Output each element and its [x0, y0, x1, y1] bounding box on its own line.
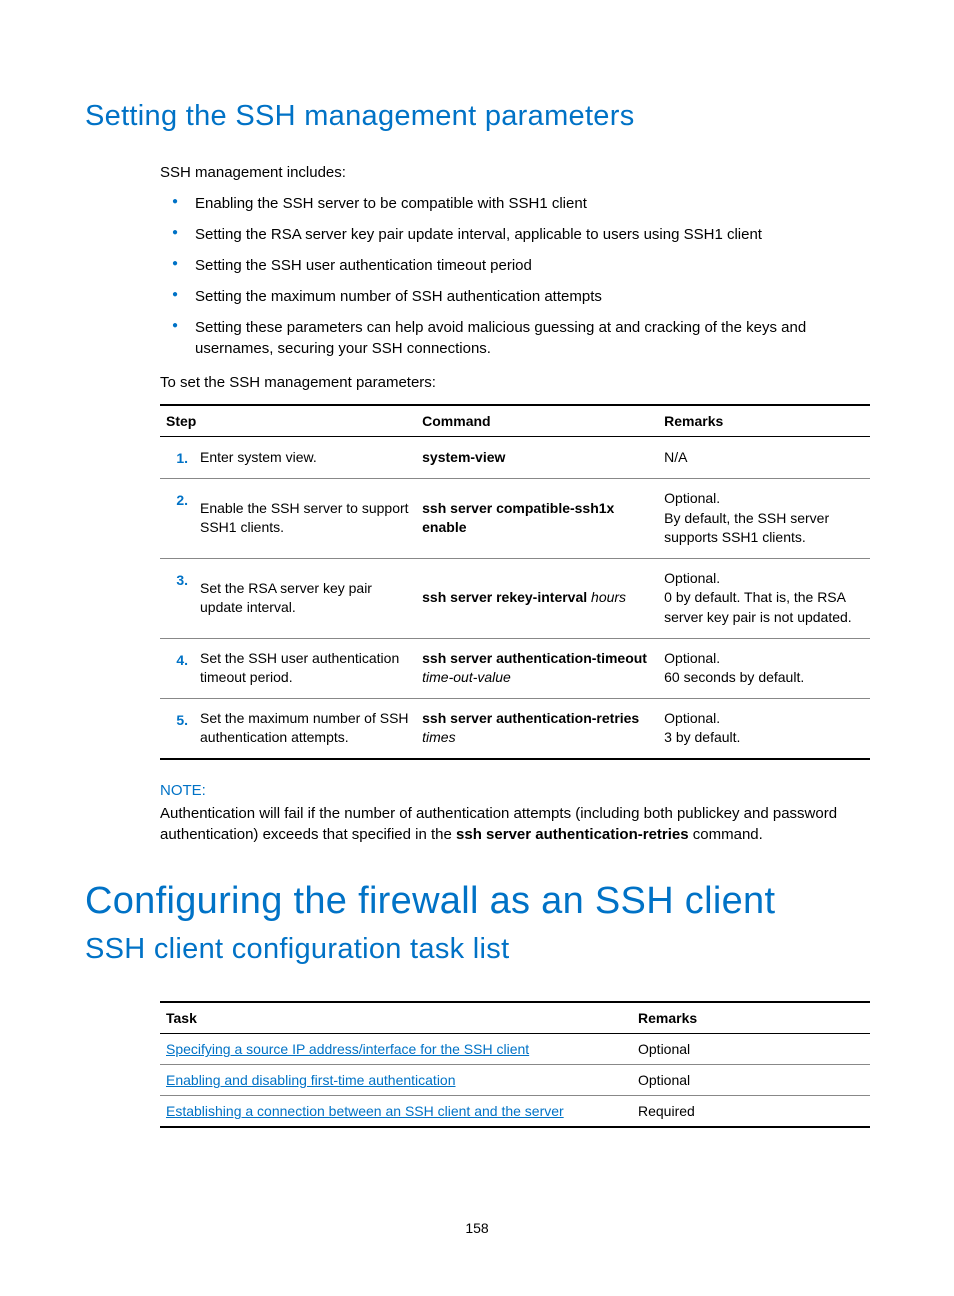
task-remarks: Optional	[632, 1065, 870, 1096]
note-label: NOTE:	[160, 782, 870, 799]
col-command-header: Command	[416, 405, 658, 437]
task-link[interactable]: Establishing a connection between an SSH…	[166, 1103, 564, 1119]
config-table: Step Command Remarks 1. Enter system vie…	[160, 404, 870, 761]
step-number: 1.	[160, 436, 194, 479]
col-remarks-header: Remarks	[632, 1002, 870, 1034]
remarks-cell: Optional.3 by default.	[658, 698, 870, 759]
task-link[interactable]: Enabling and disabling first-time authen…	[166, 1072, 456, 1088]
intro-text: SSH management includes:	[160, 163, 869, 183]
col-step-header: Step	[160, 405, 416, 437]
step-desc: Set the maximum number of SSH authentica…	[194, 698, 416, 759]
command-cell: ssh server authentication-timeout time-o…	[416, 638, 658, 698]
bullet-item: Enabling the SSH server to be compatible…	[195, 193, 869, 214]
step-desc: Enable the SSH server to support SSH1 cl…	[194, 479, 416, 559]
section-heading: Setting the SSH management parameters	[85, 100, 869, 133]
remarks-cell: Optional.By default, the SSH server supp…	[658, 479, 870, 559]
bullet-item: Setting the SSH user authentication time…	[195, 255, 869, 276]
pre-table-text: To set the SSH management parameters:	[160, 373, 869, 393]
bullet-item: Setting the RSA server key pair update i…	[195, 224, 869, 245]
note-block: NOTE: Authentication will fail if the nu…	[160, 782, 870, 845]
chapter-heading: Configuring the firewall as an SSH clien…	[85, 880, 869, 923]
remarks-cell: N/A	[658, 436, 870, 479]
task-remarks: Required	[632, 1096, 870, 1128]
command-cell: ssh server rekey-interval hours	[416, 558, 658, 638]
tasks-table: Task Remarks Specifying a source IP addr…	[160, 1001, 870, 1128]
bullet-item: Setting these parameters can help avoid …	[195, 317, 869, 359]
command-cell: ssh server authentication-retries times	[416, 698, 658, 759]
task-link[interactable]: Specifying a source IP address/interface…	[166, 1041, 529, 1057]
remarks-cell: Optional.0 by default. That is, the RSA …	[658, 558, 870, 638]
remarks-cell: Optional.60 seconds by default.	[658, 638, 870, 698]
task-remarks: Optional	[632, 1034, 870, 1065]
step-number: 3.	[160, 558, 194, 638]
bullet-item: Setting the maximum number of SSH authen…	[195, 286, 869, 307]
page-number: 158	[0, 1220, 954, 1236]
step-number: 5.	[160, 698, 194, 759]
step-desc: Set the SSH user authentication timeout …	[194, 638, 416, 698]
step-number: 4.	[160, 638, 194, 698]
step-desc: Enter system view.	[194, 436, 416, 479]
bullet-list: Enabling the SSH server to be compatible…	[160, 193, 869, 359]
subsection-heading: SSH client configuration task list	[85, 933, 869, 966]
command-cell: ssh server compatible-ssh1x enable	[416, 479, 658, 559]
step-number: 2.	[160, 479, 194, 559]
note-text: Authentication will fail if the number o…	[160, 803, 870, 845]
command-cell: system-view	[416, 436, 658, 479]
step-desc: Set the RSA server key pair update inter…	[194, 558, 416, 638]
col-remarks-header: Remarks	[658, 405, 870, 437]
col-task-header: Task	[160, 1002, 632, 1034]
